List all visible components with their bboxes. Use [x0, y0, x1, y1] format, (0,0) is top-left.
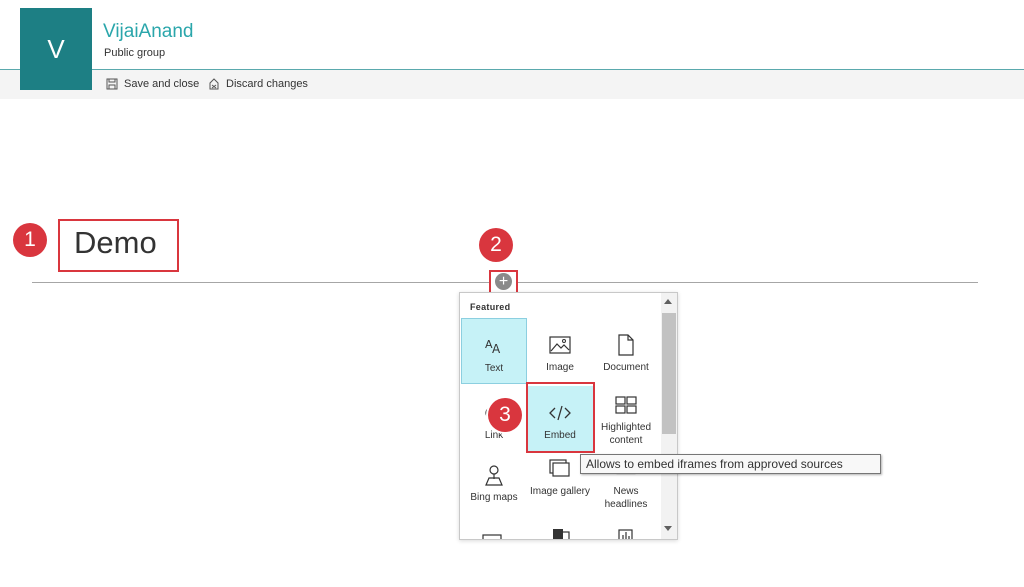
save-icon [106, 78, 118, 90]
site-header: V VijaiAnand Public group [0, 0, 1024, 90]
tile-highlighted-content[interactable]: Highlighted content [593, 386, 659, 452]
tile-label: Text [484, 363, 504, 374]
svg-text:A: A [492, 342, 501, 356]
map-pin-icon [484, 464, 504, 486]
annotation-badge-2: 2 [479, 228, 513, 262]
text-icon: AA [484, 335, 504, 357]
tile-label: Bing maps [470, 492, 518, 503]
document-icon [617, 334, 635, 356]
scroll-up-icon[interactable] [664, 299, 672, 304]
discard-changes-button[interactable]: Discard changes [208, 78, 308, 90]
tile-image[interactable]: Image [527, 318, 593, 384]
save-and-close-label: Save and close [124, 78, 200, 90]
highlighted-content-icon [615, 394, 637, 416]
tile-label: Document [603, 362, 649, 373]
tile-label: Image gallery [529, 486, 591, 497]
site-logo[interactable]: V [20, 8, 92, 90]
tile-label: Highlighted content [600, 422, 652, 446]
command-bar: Save and close Discard changes [0, 70, 1024, 99]
toolbox-heading: Featured [470, 302, 511, 312]
toolbox-scroll-thumb[interactable] [662, 313, 676, 434]
page-title[interactable]: Demo [74, 225, 157, 261]
scroll-down-icon[interactable] [664, 526, 672, 531]
partial-tile-icon [482, 534, 502, 539]
tile-text[interactable]: AA Text [461, 318, 527, 384]
tile-document[interactable]: Document [593, 318, 659, 384]
partial-tile-icon [553, 529, 570, 539]
image-icon [549, 334, 571, 356]
discard-changes-label: Discard changes [226, 78, 308, 90]
tile-label: Image [546, 362, 574, 373]
tile-label: News headlines [604, 486, 648, 510]
partial-tile-icon [618, 529, 633, 539]
embed-highlight-box [526, 382, 595, 453]
tile-bing-maps[interactable]: Bing maps [461, 454, 527, 520]
annotation-badge-3: 3 [488, 398, 522, 432]
discard-icon [209, 78, 219, 90]
annotation-badge-1: 1 [13, 223, 47, 257]
site-title[interactable]: VijaiAnand [103, 21, 194, 43]
site-logo-letter: V [47, 33, 65, 64]
save-and-close-button[interactable]: Save and close [106, 78, 199, 90]
gallery-icon [549, 458, 571, 480]
site-subtitle: Public group [104, 47, 166, 59]
add-webpart-button[interactable]: + [495, 273, 512, 290]
embed-tooltip: Allows to embed iframes from approved so… [580, 454, 881, 474]
